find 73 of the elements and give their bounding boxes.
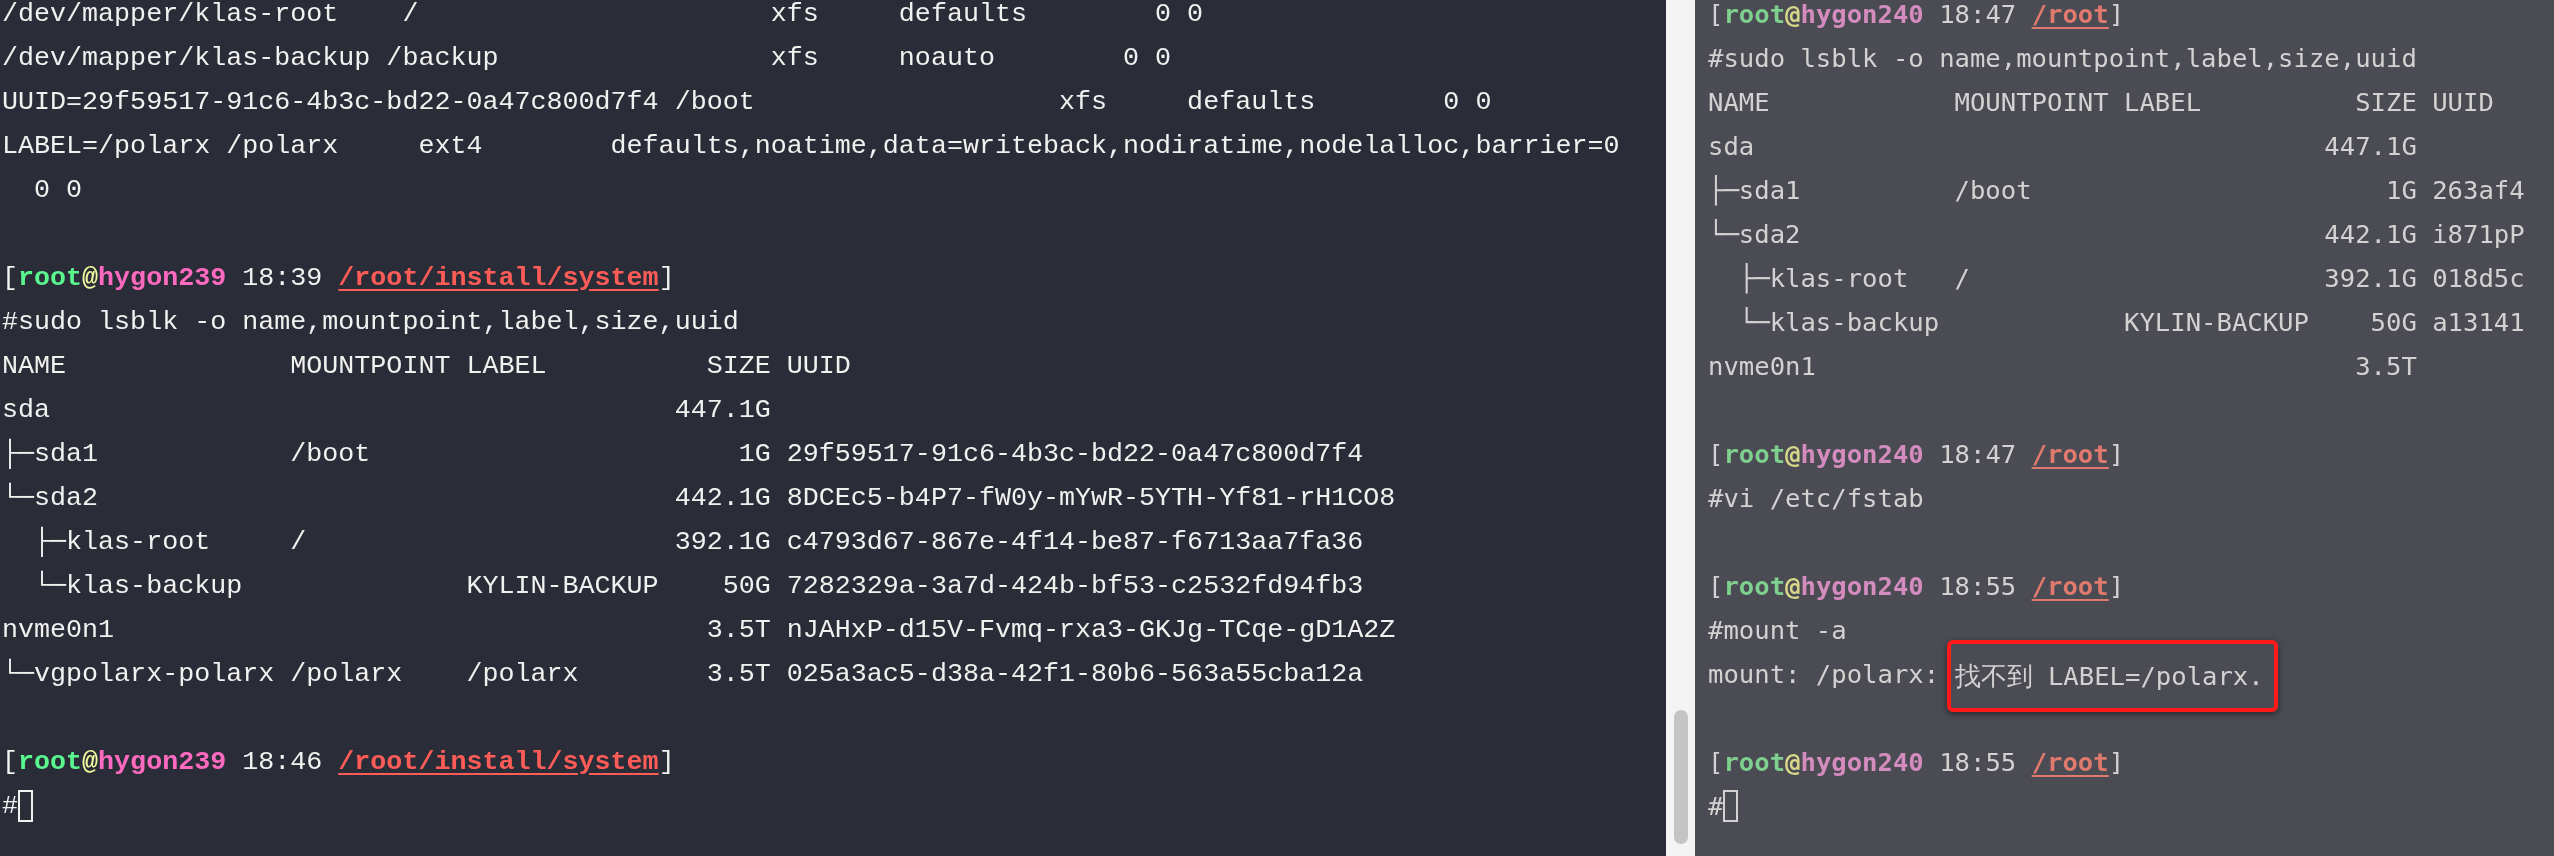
terminal-text: [ [1708,439,1724,469]
terminal-text: # [1708,790,1724,823]
terminal-text: NAME MOUNTPOINT LABEL SIZE UUID [1708,87,2494,117]
prompt-user: root [18,747,83,777]
terminal-text: NAME MOUNTPOINT LABEL SIZE UUID [2,351,851,381]
terminal-text: /dev/mapper/klas-backup /backup xfs noauto 0 0 [2,43,1172,73]
terminal-text: nvme0n1 3.5T [1708,351,2417,381]
terminal-text: #mount -a [1708,615,1847,645]
terminal-text: ] [2108,439,2125,469]
terminal-text: /dev/mapper/klas-root / xfs defaults 0 0 [2,0,1204,29]
terminal-text: 18:55 [1938,571,2018,601]
prompt-host: hygon240 [1800,439,1924,469]
terminal-text: [ [1708,571,1724,601]
prompt-host: hygon240 [1800,747,1924,777]
terminal-text: mount: /polarx: [1708,659,1941,689]
prompt-user: root [1723,747,1786,777]
prompt-user: root [1723,439,1786,469]
prompt-at-sign: @ [1785,0,1801,29]
terminal-text: ] [2108,747,2125,777]
terminal-text: sda 447.1G [2,395,771,425]
terminal-text: 18:46 [241,747,324,777]
prompt-host: hygon240 [1800,571,1924,601]
terminal-text: ] [2108,571,2125,601]
terminal-text: #sudo lsblk -o name,mountpoint,label,size,uuid [2,307,739,337]
terminal-text: ] [658,263,675,293]
terminal-text: sda 447.1G [1708,131,2417,161]
prompt-user: root [18,263,83,293]
prompt-at-sign: @ [1785,439,1801,469]
terminal-text: 18:47 [1938,439,2018,469]
terminal-text: # [2,790,18,823]
prompt-host: hygon239 [98,747,227,777]
terminal-text: 18:47 [1938,0,2018,29]
terminal-text: ] [658,747,675,777]
terminal-text: ├─klas-root / 392.1G 018d5c [1737,263,2525,293]
terminal-text: ├─sda1 /boot 1G 29f59517-91c6-4b3c-bd22-0a47c800d7f4 [2,439,1364,469]
terminal-text: └─sda2 442.1G 8DCEc5-b4P7-fW0y-mYwR-5YTH-Yf81-rH1CO8 [2,483,1396,513]
terminal-text: └─klas-backup KYLIN-BACKUP 50G a13141 [1737,307,2525,337]
terminal-text: ├─sda1 /boot 1G 263af4 [1708,175,2525,205]
terminal-text: └─sda2 442.1G i871pP [1708,219,2525,249]
terminal-text: └─vgpolarx-polarx /polarx /polarx 3.5T 025a3ac5-d38a-42f1-80b6-563a55cba12a [2,659,1364,689]
terminal-text: [ [1708,0,1724,29]
terminal-text: └─klas-backup KYLIN-BACKUP 50G 7282329a-3a7d-424b-bf53-c2532fd94fb3 [33,571,1364,601]
terminal-text: LABEL=/polarx /polarx ext4 defaults,noatime,data=writeback,nodiratime,nodelalloc,barrier=0 [2,131,1620,161]
prompt-path: /root [2031,571,2109,601]
prompt-at-sign: @ [1785,747,1801,777]
terminal-text: ] [2108,0,2125,29]
terminal-text: UUID=29f59517-91c6-4b3c-bd22-0a47c800d7f4 /boot xfs defaults 0 0 [2,87,1492,117]
terminal-text: [ [1708,747,1724,777]
prompt-path: /root/install/system [338,747,659,777]
terminal-text: 18:39 [241,263,324,293]
prompt-user: root [1723,571,1786,601]
scrollbar-thumb[interactable] [1673,710,1688,844]
prompt-at-sign: @ [82,263,99,293]
terminal-text: 0 0 [33,175,83,205]
prompt-at-sign: @ [1785,571,1801,601]
terminal-text: nvme0n1 3.5T nJAHxP-d15V-Fvmq-rxa3-GKJg-TCqe-gD1A2Z [2,615,1396,645]
prompt-host: hygon240 [1800,0,1924,29]
text-cursor [18,790,33,822]
terminal-text: #vi /etc/fstab [1708,483,1924,513]
terminal-text: ├─klas-root / 392.1G c4793d67-867e-4f14-be87-f6713aa7fa36 [33,527,1364,557]
prompt-path: /root [2031,439,2109,469]
prompt-at-sign: @ [82,747,99,777]
terminal-text: #sudo lsblk -o name,mountpoint,label,size,uuid [1708,43,2417,73]
terminal-text: 18:55 [1938,747,2018,777]
prompt-host: hygon239 [98,263,227,293]
prompt-path: /root [2031,0,2109,29]
terminal-text: [ [2,263,18,293]
text-cursor [1723,790,1739,822]
terminal-text: [ [2,747,18,777]
prompt-path: /root/install/system [338,263,659,293]
prompt-user: root [1723,0,1786,29]
highlighted-error-text: 找不到 LABEL=/polarx. [1946,640,2278,712]
prompt-path: /root [2031,747,2109,777]
